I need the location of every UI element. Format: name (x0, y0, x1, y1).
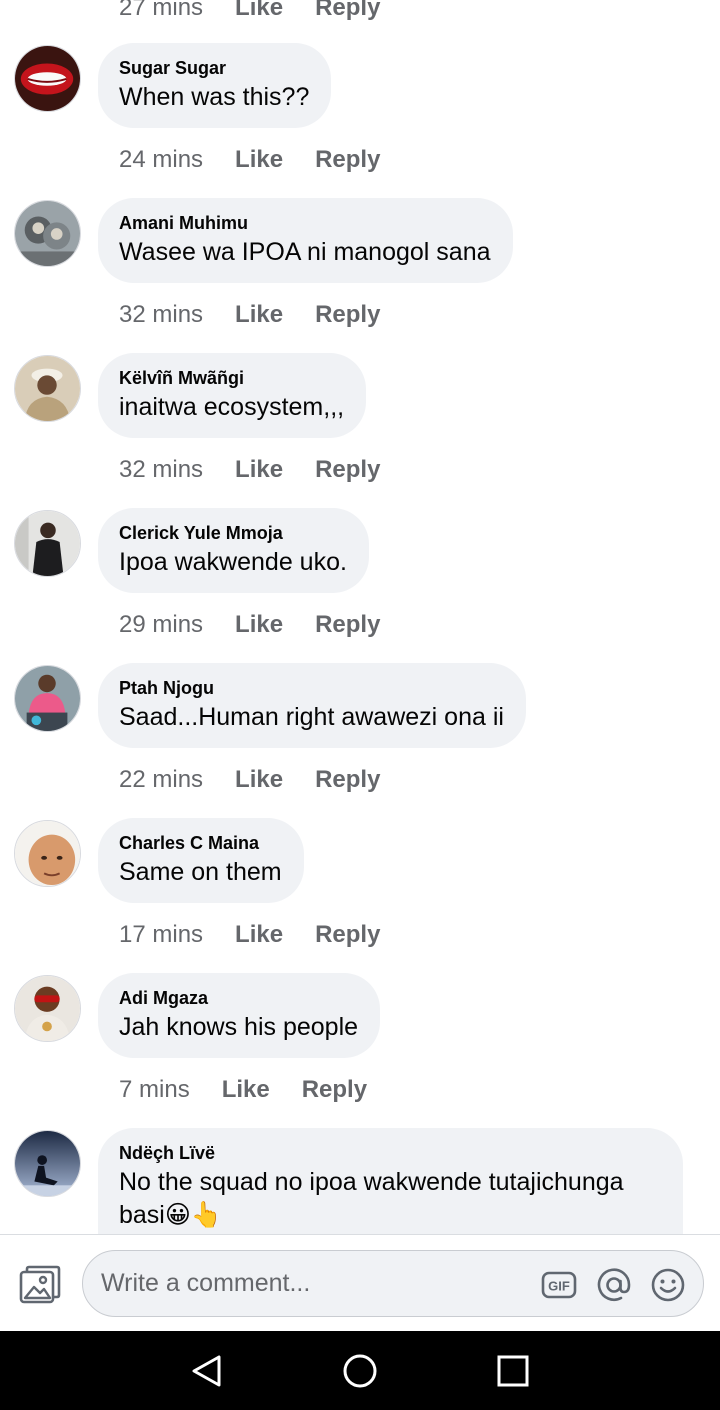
comment-meta: 32 mins Like Reply (119, 452, 380, 488)
comment-author[interactable]: Këlvîñ Mwãñgi (119, 367, 344, 389)
comment-bubble: Adi Mgaza Jah knows his people (98, 973, 381, 1058)
comment-bubble: Ptah Njogu Saad...Human right awawezi on… (98, 663, 526, 748)
avatar[interactable] (14, 975, 81, 1042)
avatar[interactable] (14, 510, 81, 577)
comment-text-continued: basi😀👆 (119, 1201, 223, 1229)
like-link[interactable]: Like (235, 611, 283, 639)
like-link[interactable]: Like (235, 301, 283, 329)
reply-link[interactable]: Reply (315, 921, 380, 949)
comment-meta: 24 mins Like Reply (119, 142, 380, 178)
comment-text: Wasee wa IPOA ni manogol sana (119, 238, 491, 266)
previous-comment-meta: 27 mins Like Reply (119, 0, 380, 32)
comment-text: Same on them (119, 858, 282, 886)
comment-meta: 29 mins Like Reply (119, 607, 380, 643)
comment-meta: 22 mins Like Reply (119, 762, 380, 798)
comment-bubble: Charles C Maina Same on them (98, 818, 304, 903)
avatar[interactable] (14, 820, 81, 887)
gif-label: GIF (548, 1279, 570, 1294)
like-link[interactable]: Like (235, 456, 283, 484)
avatar[interactable] (14, 200, 81, 267)
avatar[interactable] (14, 1130, 81, 1197)
comment-author[interactable]: Ndëçh Lïvë (119, 1142, 661, 1164)
like-link[interactable]: Like (235, 766, 283, 794)
recents-square-icon[interactable] (495, 1353, 531, 1389)
comment-author[interactable]: Sugar Sugar (119, 57, 309, 79)
at-icon[interactable] (596, 1267, 632, 1303)
comment-time: 32 mins (119, 456, 204, 483)
comment-text: Saad...Human right awawezi ona ii (119, 703, 504, 731)
comment-bubble: Sugar Sugar When was this?? (98, 43, 332, 128)
comment-meta: 17 mins Like Reply (119, 917, 380, 953)
gif-icon[interactable]: GIF (541, 1267, 577, 1303)
comment-text: No the squad no ipoa wakwende tutajichun… (119, 1168, 624, 1196)
android-nav-bar (0, 1331, 720, 1410)
comment-bubble: Këlvîñ Mwãñgi inaitwa ecosystem,,, (98, 353, 367, 438)
comment-time: 7 mins (119, 1076, 190, 1103)
avatar-monkey-icon (15, 201, 80, 266)
avatar-lips-icon (15, 46, 80, 111)
comment-text: inaitwa ecosystem,,, (119, 393, 345, 421)
comment-author[interactable]: Clerick Yule Mmoja (119, 522, 347, 544)
back-triangle-icon[interactable] (189, 1353, 225, 1389)
comment-time: 29 mins (119, 611, 204, 638)
comment-input[interactable] (101, 1251, 521, 1316)
like-link[interactable]: Like (222, 1076, 270, 1104)
reply-link[interactable]: Reply (315, 301, 380, 329)
comment-author[interactable]: Charles C Maina (119, 832, 282, 854)
comment-text: Jah knows his people (119, 1013, 359, 1041)
reply-link[interactable]: Reply (302, 1076, 367, 1104)
comment-time: 17 mins (119, 921, 204, 948)
avatar-man-suit-icon (15, 511, 80, 576)
like-link[interactable]: Like (235, 921, 283, 949)
like-link[interactable]: Like (235, 146, 283, 174)
avatar-man-pink-icon (15, 666, 80, 731)
comment-text: When was this?? (119, 83, 310, 111)
home-circle-icon[interactable] (342, 1353, 378, 1389)
comment-input-container[interactable]: GIF (82, 1250, 704, 1317)
reply-link[interactable]: Reply (315, 456, 380, 484)
comment-author[interactable]: Amani Muhimu (119, 212, 491, 234)
comment-bubble: Ndëçh Lïvë No the squad no ipoa wakwende… (98, 1128, 683, 1234)
like-link[interactable]: Like (235, 0, 283, 22)
comment-time: 32 mins (119, 301, 204, 328)
app-root: 27 mins Like Reply Sugar Sugar When was … (0, 0, 720, 1410)
avatar-man-glasses-icon (15, 976, 80, 1041)
smiley-icon[interactable] (650, 1267, 686, 1303)
avatar[interactable] (14, 45, 81, 112)
reply-link[interactable]: Reply (315, 611, 380, 639)
avatar-silhouette-icon (15, 1131, 80, 1196)
reply-link[interactable]: Reply (315, 146, 380, 174)
comment-author[interactable]: Ptah Njogu (119, 677, 504, 699)
comment-author[interactable]: Adi Mgaza (119, 987, 358, 1009)
avatar-man-cap-icon (15, 356, 80, 421)
comment-time: 24 mins (119, 146, 204, 173)
avatar-face-icon (15, 821, 80, 886)
comment-meta: 32 mins Like Reply (119, 297, 380, 333)
comments-viewport[interactable]: 27 mins Like Reply Sugar Sugar When was … (0, 0, 720, 1234)
comment-text: Ipoa wakwende uko. (119, 548, 347, 576)
photo-icon[interactable] (19, 1265, 61, 1305)
comment-time: 22 mins (119, 766, 204, 793)
avatar[interactable] (14, 665, 81, 732)
comment-bubble: Amani Muhimu Wasee wa IPOA ni manogol sa… (98, 198, 513, 283)
reply-link[interactable]: Reply (315, 0, 380, 22)
comment-composer: GIF (0, 1234, 720, 1331)
comment-meta: 7 mins Like Reply (119, 1072, 367, 1108)
comment-bubble: Clerick Yule Mmoja Ipoa wakwende uko. (98, 508, 369, 593)
reply-link[interactable]: Reply (315, 766, 380, 794)
comment-time: 27 mins (119, 0, 204, 21)
avatar[interactable] (14, 355, 81, 422)
